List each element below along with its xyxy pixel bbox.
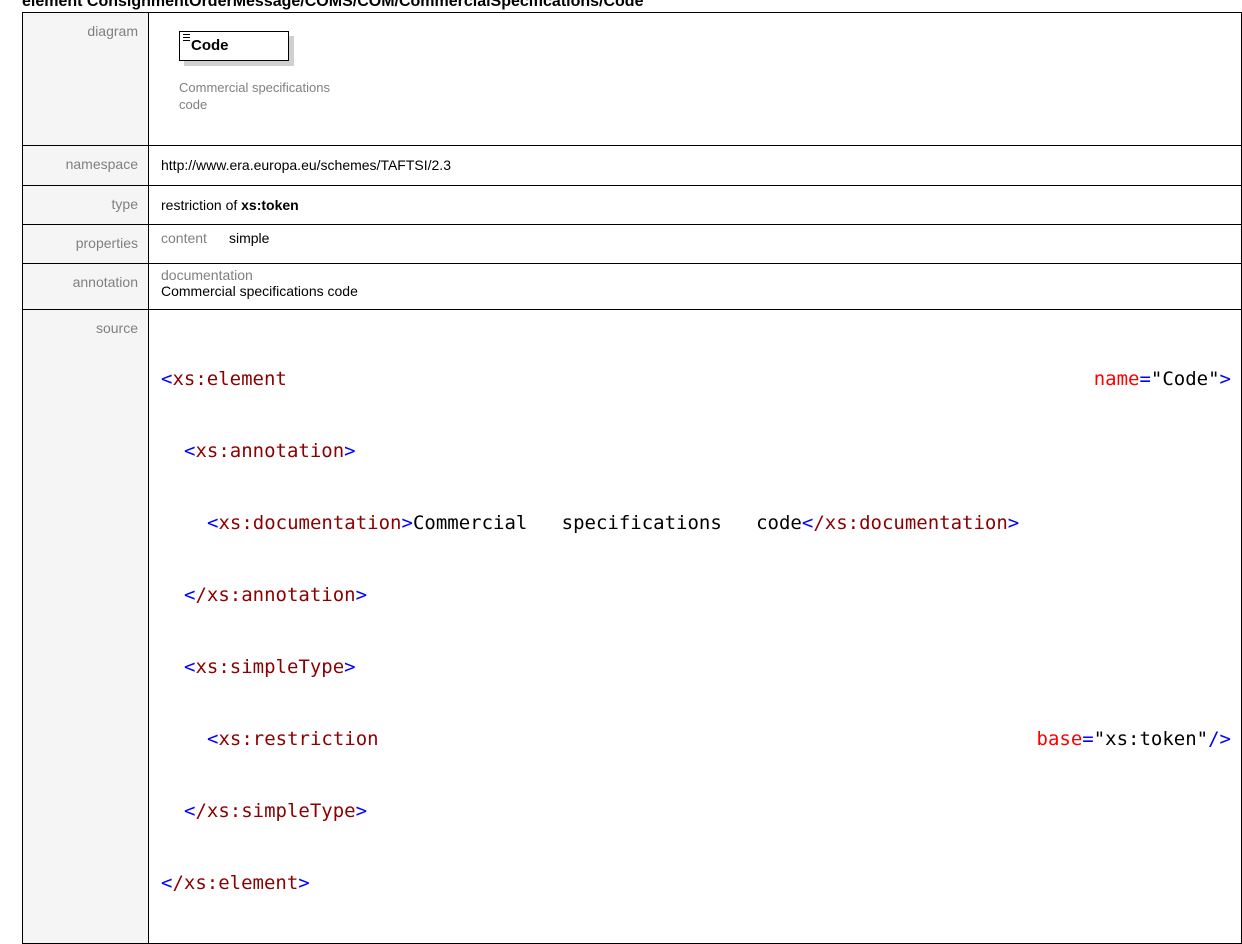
source-line-1: <xs:element name="Code"> — [161, 368, 1231, 390]
label-diagram: diagram — [22, 12, 149, 146]
diagram: Code Commercial specifications code — [149, 13, 1241, 145]
annotation-heading: documentation — [161, 267, 253, 283]
row-properties: properties content simple — [22, 224, 1242, 264]
row-annotation: annotation documentation Commercial spec… — [22, 263, 1242, 310]
source-line-2: <xs:annotation> — [184, 440, 356, 462]
annotation-text: Commercial specifications code — [161, 283, 358, 299]
row-diagram: diagram Code Commercial specifications c… — [22, 12, 1242, 146]
row-namespace: namespace http://www.era.europa.eu/schem… — [22, 145, 1242, 186]
row-type: type restriction of xs:token — [22, 185, 1242, 225]
doc-line-1: Commercial specifications — [179, 80, 330, 95]
element-name: Code — [191, 37, 229, 54]
doc-line-2: code — [179, 97, 208, 112]
property-key: content — [161, 230, 207, 246]
source-cell: <xs:element name="Code"> <xs:annotation> … — [148, 309, 1242, 944]
diagram-cell: Code Commercial specifications code — [148, 12, 1242, 146]
property-value: simple — [229, 230, 270, 246]
namespace-value: http://www.era.europa.eu/schemes/TAFTSI/… — [148, 145, 1242, 186]
properties-value: content simple — [148, 224, 1242, 264]
element-documentation: Commercial specifications code — [179, 79, 379, 113]
source-line-7: </xs:simpleType> — [184, 800, 368, 822]
source-line-5: <xs:simpleType> — [184, 656, 356, 678]
element-properties-table: diagram Code Commercial specifications c… — [22, 12, 1242, 944]
label-source: source — [22, 309, 149, 944]
row-source: source <xs:element name="Code"> <xs:annot… — [22, 309, 1242, 944]
source-line-8: </xs:element> — [161, 872, 310, 894]
page-heading: element ConsignmentOrderMessage/COMS/COM… — [22, 0, 644, 10]
source-line-4: </xs:annotation> — [184, 584, 368, 606]
element-content-icon — [183, 34, 190, 43]
source-code: <xs:element name="Code"> <xs:annotation> … — [149, 310, 1241, 943]
annotation-value: documentation Commercial specifications … — [148, 263, 1242, 310]
source-line-6: <xs:restriction base="xs:token"/> — [207, 728, 1231, 750]
label-type: type — [22, 185, 149, 225]
label-namespace: namespace — [22, 145, 149, 186]
source-line-3: <xs:documentation>Commercial specificati… — [207, 512, 1020, 534]
label-properties: properties — [22, 224, 149, 264]
type-value: restriction of xs:token — [148, 185, 1242, 225]
type-prefix: restriction of — [161, 197, 238, 213]
type-base-link[interactable]: xs:token — [241, 197, 299, 213]
label-annotation: annotation — [22, 263, 149, 310]
element-box[interactable]: Code — [179, 31, 289, 61]
